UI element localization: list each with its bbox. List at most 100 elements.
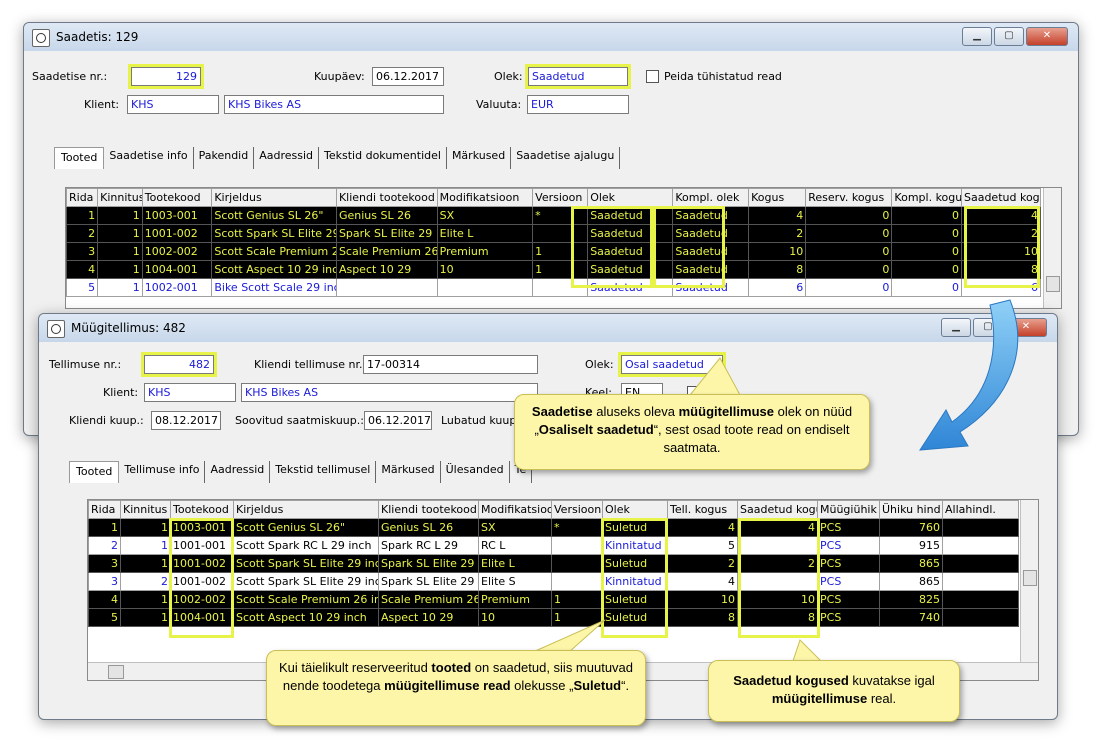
shipment-grid-scroll-thumb[interactable] [1046,276,1060,292]
column-header[interactable]: Olek [587,188,674,207]
column-header[interactable]: Kinnitus [97,188,143,207]
tab-aadressid[interactable]: Aadressid [205,461,271,483]
tab-tooted[interactable]: Tooted [54,147,105,169]
table-cell: Spark SL Elite 29 [335,224,438,243]
column-header[interactable]: Kinnitus [120,500,171,519]
tab-tekstid-dokumentidel[interactable]: Tekstid dokumentidel [319,147,447,169]
column-header[interactable]: Modifikatsioon [478,500,552,519]
table-cell: 2 [748,224,807,243]
table-cell: 3 [66,242,99,261]
order-nr-field[interactable]: 482 [141,352,217,377]
maximize-button[interactable]: ▢ [994,27,1024,46]
table-cell: 1 [97,242,143,261]
tab-saadetise-ajalugu[interactable]: Saadetise ajalugu [511,147,621,169]
column-header[interactable]: Kirjeldus [233,500,379,519]
requested-ship-date-field[interactable]: 06.12.2017 [364,411,432,430]
client-code-field[interactable]: KHS [127,95,219,114]
table-cell: 5 [88,608,121,627]
minimize-button[interactable]: ▁ [962,27,992,46]
table-cell [551,554,603,573]
table-row[interactable]: 3 2 1001-002 Scott Spark SL Elite 29 inch Sp… [88,572,1019,591]
column-header[interactable]: Saadetud kogus [737,500,818,519]
column-header[interactable]: Reserv. kogus [805,188,893,207]
tab-ulesanded[interactable]: Ülesanded [441,461,510,483]
table-row[interactable]: 5 1 1002-001 Bike Scott Scale 29 inch Saadet… [66,278,1042,297]
maximize-button[interactable]: ▢ [973,318,1003,337]
table-cell: Saadetud [587,278,674,297]
tab-aadressid[interactable]: Aadressid [254,147,320,169]
column-header[interactable]: Kompl. olek [672,188,750,207]
close-button[interactable]: ✕ [1026,27,1068,46]
tab-tekstid-tellimusel[interactable]: Tekstid tellimusel [270,461,377,483]
table-cell: 2 [66,224,99,243]
client-name-field[interactable]: KHS Bikes AS [224,95,444,114]
table-row[interactable]: 4 1 1004-001 Scott Aspect 10 29 inch Aspect … [66,260,1042,279]
client-name-field[interactable]: KHS Bikes AS [241,383,538,402]
table-cell: 0 [805,206,893,225]
table-row[interactable]: 3 1 1002-002 Scott Scale Premium 26 Scale Pr… [66,242,1042,261]
column-header[interactable]: Rida [66,188,99,207]
column-header[interactable]: Ühiku hind [879,500,943,519]
column-header[interactable]: Olek [602,500,668,519]
table-row[interactable]: 2 1 1001-001 Scott Spark RC L 29 inch Spark … [88,536,1019,555]
column-header[interactable]: Versioon [551,500,603,519]
minimize-button[interactable]: ▁ [941,318,971,337]
order-grid-vscrollbar[interactable] [1020,500,1038,662]
tab-tooted[interactable]: Tooted [69,461,120,483]
table-cell: 1004-001 [141,260,213,279]
tab-pakendid[interactable]: Pakendid [194,147,255,169]
client-code-field[interactable]: KHS [144,383,236,402]
shipment-titlebar[interactable]: Saadetis: 129 ▁ ▢ ✕ [24,23,1078,51]
hide-cancelled-checkbox[interactable] [646,70,659,83]
order-status-label: Olek: [585,358,614,371]
tab-markused[interactable]: Märkused [447,147,512,169]
close-button[interactable]: ✕ [1005,318,1047,337]
table-row[interactable]: 2 1 1001-002 Scott Spark SL Elite 29 Spark S… [66,224,1042,243]
order-grid-vscroll-thumb[interactable] [1023,570,1037,586]
tab-saadetise-info[interactable]: Saadetise info [104,147,194,169]
table-row[interactable]: 4 1 1002-002 Scott Scale Premium 26 inch Sca… [88,590,1019,609]
requested-ship-date-label: Soovitud saatmiskuup.: [235,414,364,427]
column-header[interactable]: Modifikatsioon [436,188,534,207]
column-header[interactable]: Kliendi tootekood [335,188,438,207]
shipment-nr-field[interactable]: 129 [128,64,204,89]
tab-tellimuse-info[interactable]: Tellimuse info [119,461,206,483]
column-header[interactable]: Tootekood [170,500,234,519]
column-header[interactable]: Müügiühik [817,500,880,519]
table-cell: 10 [436,260,534,279]
status-field[interactable]: Saadetud [525,64,631,89]
client-date-field[interactable]: 08.12.2017 [151,411,221,430]
callout-top-text-1: Saadetise [531,404,593,419]
column-header[interactable]: Tell. kogus [667,500,738,519]
table-cell [737,572,818,591]
table-cell: Scott Spark SL Elite 29 [211,224,337,243]
table-cell [737,536,818,555]
table-cell: 1 [120,536,171,555]
callout-right-text-3: müügitellimuse [771,691,868,706]
column-header[interactable]: Kliendi tootekood [378,500,479,519]
column-header[interactable]: Kogus [748,188,807,207]
table-cell: 1003-001 [141,206,213,225]
table-cell: Spark SL Elite 29 [378,554,479,573]
column-header[interactable]: Rida [88,500,121,519]
sales-order-titlebar[interactable]: Müügitellimus: 482 ▁ ▢ ✕ [39,314,1057,342]
column-header[interactable]: Saadetud kogus [960,188,1042,207]
client-order-nr-field[interactable]: 17-00314 [363,355,538,374]
column-header[interactable]: Kirjeldus [211,188,337,207]
table-cell: Saadetud [672,224,750,243]
date-field[interactable]: 06.12.2017 [372,67,444,86]
column-header[interactable]: Allahindl. [942,500,1019,519]
table-row[interactable]: 5 1 1004-001 Scott Aspect 10 29 inch Aspect … [88,608,1019,627]
table-row[interactable]: 1 1 1003-001 Scott Genius SL 26" Genius SL 2… [66,206,1042,225]
column-header[interactable]: Versioon [532,188,589,207]
order-grid-hscroll-thumb[interactable] [108,665,124,679]
order-status-field[interactable]: Osal saadetud [618,352,726,377]
column-header[interactable]: Tootekood [141,188,213,207]
table-row[interactable]: 3 1 1001-002 Scott Spark SL Elite 29 inch Sp… [88,554,1019,573]
shipment-grid-scrollbar[interactable] [1043,188,1061,308]
currency-field[interactable]: EUR [527,95,629,114]
tab-markused[interactable]: Märkused [376,461,441,483]
table-row[interactable]: 1 1 1003-001 Scott Genius SL 26" Genius SL 2… [88,518,1019,537]
table-cell: 1 [120,608,171,627]
column-header[interactable]: Kompl. kogus [891,188,962,207]
